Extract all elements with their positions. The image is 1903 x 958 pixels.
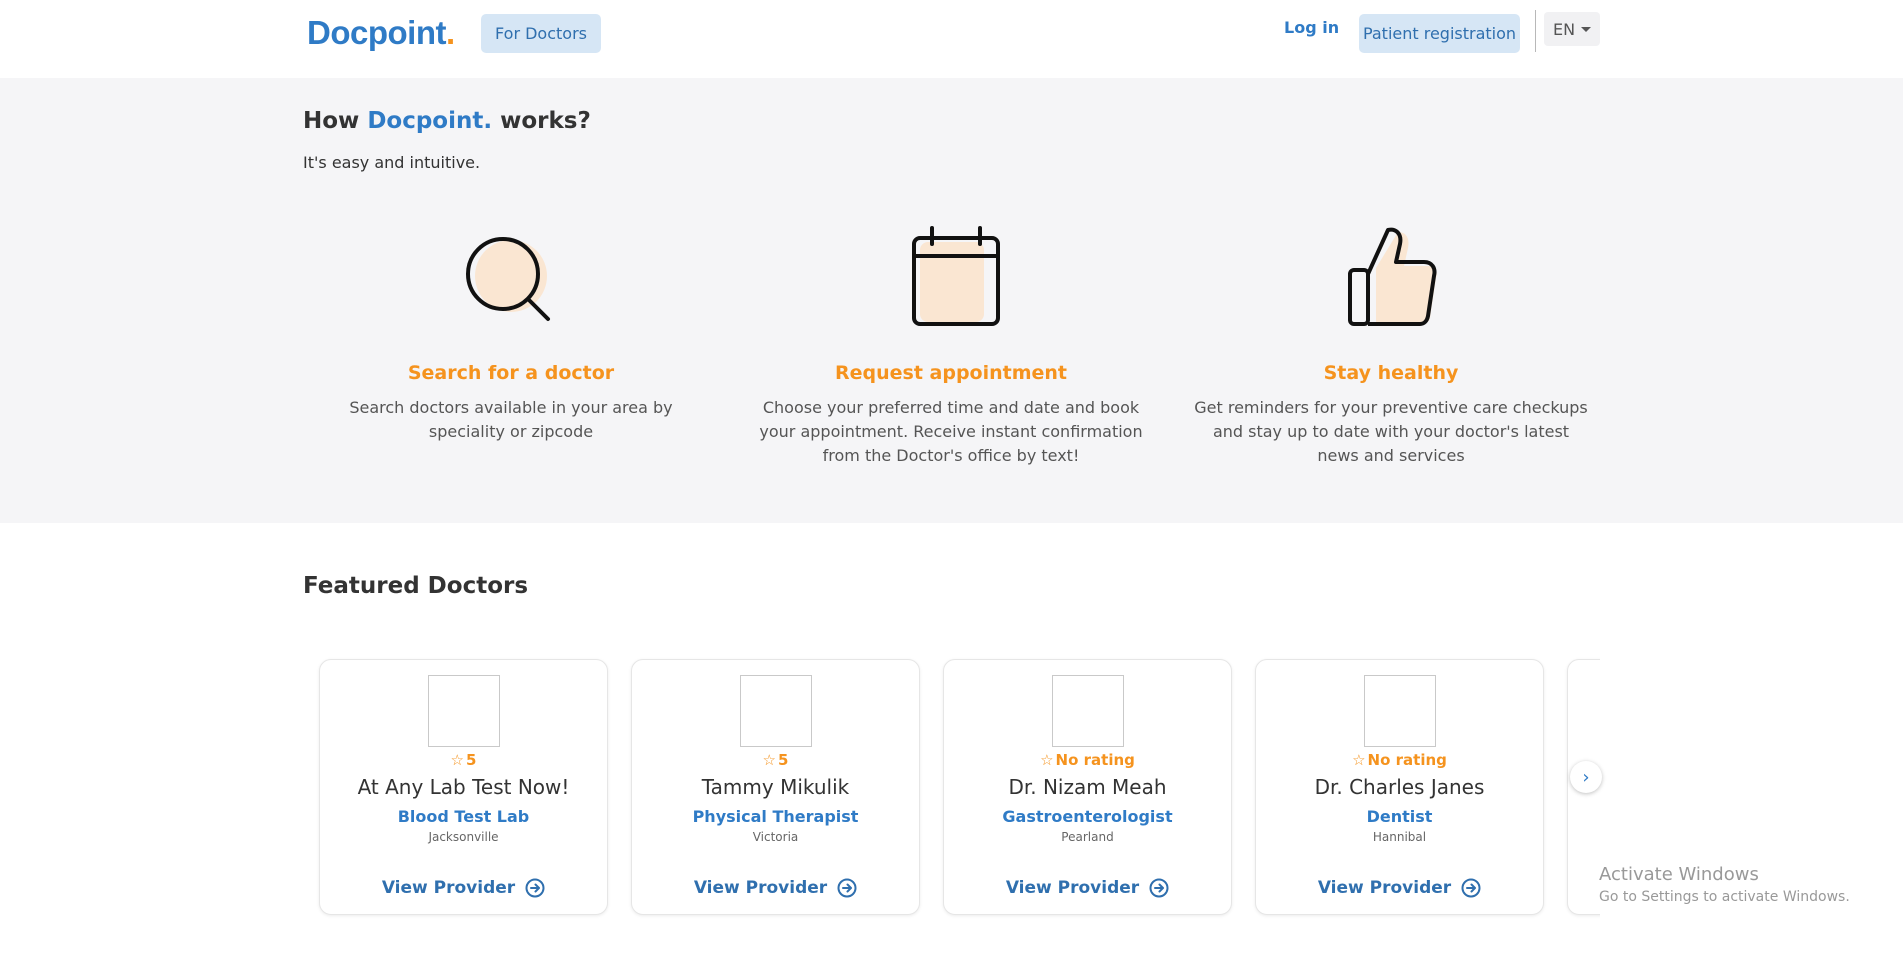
featured-doctors-carousel: ☆ 5 At Any Lab Test Now! Blood Test Lab J… xyxy=(303,640,1600,940)
arrow-right-circle-icon xyxy=(1461,878,1481,898)
title-suffix: works? xyxy=(492,108,591,134)
featured-doctors-title: Featured Doctors xyxy=(303,573,529,599)
doctor-city: Jacksonville xyxy=(428,830,499,844)
logo-text: Docpoint xyxy=(307,14,446,51)
doctor-name: Dr. Charles Janes xyxy=(1314,775,1485,799)
arrow-right-circle-icon xyxy=(525,878,545,898)
step-title: Stay healthy xyxy=(1323,362,1459,384)
title-prefix: How xyxy=(303,108,368,134)
header-divider xyxy=(1535,10,1536,52)
view-provider-link[interactable]: View Provider xyxy=(944,878,1231,898)
patient-registration-button[interactable]: Patient registration xyxy=(1359,14,1520,53)
doctor-name: Dr. Nizam Meah xyxy=(1008,775,1167,799)
star-icon: ☆ xyxy=(450,751,464,769)
how-it-works-title: How Docpoint. works? xyxy=(303,108,591,134)
title-brand: Docpoint. xyxy=(367,108,493,134)
doctor-name: At Any Lab Test Now! xyxy=(357,775,570,799)
calendar-icon xyxy=(912,226,1000,326)
view-provider-link[interactable]: View Provider xyxy=(320,878,607,898)
doctor-city: Victoria xyxy=(752,830,799,844)
thumbs-up-icon xyxy=(1348,227,1437,326)
logo[interactable]: Docpoint. xyxy=(307,14,455,52)
step-description: Search doctors available in your area by… xyxy=(349,398,673,441)
doctor-specialty: Dentist xyxy=(1366,807,1433,826)
for-doctors-button[interactable]: For Doctors xyxy=(481,14,601,53)
doctor-specialty: Blood Test Lab xyxy=(397,807,530,826)
chevron-right-icon: › xyxy=(1582,766,1590,788)
step-appointment: Request appointment Choose your preferre… xyxy=(741,226,1161,468)
view-provider-link[interactable]: View Provider xyxy=(1256,878,1543,898)
doctor-photo xyxy=(1363,675,1436,747)
search-icon xyxy=(466,237,550,321)
doctor-rating: ☆ No rating xyxy=(1256,751,1543,769)
arrow-right-circle-icon xyxy=(1149,878,1169,898)
logo-dot: . xyxy=(445,14,455,51)
language-dropdown[interactable]: EN xyxy=(1544,12,1600,46)
doctor-rating: ☆ 5 xyxy=(632,751,919,769)
carousel-next-button[interactable]: › xyxy=(1570,761,1602,793)
windows-activation-watermark: Activate Windows Go to Settings to activ… xyxy=(1599,864,1850,905)
doctor-photo xyxy=(1051,675,1124,747)
rating-value: No rating xyxy=(1367,751,1447,769)
doctor-rating: ☆ 5 xyxy=(320,751,607,769)
doctor-city: Hannibal xyxy=(1372,830,1427,844)
step-title: Search for a doctor xyxy=(407,362,615,384)
doctor-specialty: Gastroenterologist xyxy=(1002,807,1173,826)
chevron-down-icon xyxy=(1581,26,1592,32)
view-provider-label: View Provider xyxy=(381,878,516,898)
doctor-card[interactable]: ☆ No rating Dr. Charles Janes Dentist Han… xyxy=(1255,659,1544,915)
login-link[interactable]: Log in xyxy=(1284,18,1339,37)
doctor-card[interactable]: ☆ No rating Dr. Nizam Meah Gastroenterolo… xyxy=(943,659,1232,915)
top-navbar: Docpoint. For Doctors Log in Patient reg… xyxy=(0,0,1903,78)
step-title: Request appointment xyxy=(834,362,1068,384)
watermark-line2: Go to Settings to activate Windows. xyxy=(1599,889,1850,905)
view-provider-label: View Provider xyxy=(693,878,828,898)
arrow-right-circle-icon xyxy=(837,878,857,898)
doctor-specialty: Physical Therapist xyxy=(692,807,859,826)
rating-value: 5 xyxy=(466,751,477,769)
watermark-line1: Activate Windows xyxy=(1599,864,1759,885)
star-icon: ☆ xyxy=(1352,751,1366,769)
how-it-works-subtitle: It's easy and intuitive. xyxy=(303,153,481,172)
view-provider-label: View Provider xyxy=(1005,878,1140,898)
step-search: Search for a doctor Search doctors avail… xyxy=(301,226,721,444)
view-provider-label: View Provider xyxy=(1317,878,1452,898)
star-icon: ☆ xyxy=(1040,751,1054,769)
doctor-name: Tammy Mikulik xyxy=(701,775,850,799)
doctor-card[interactable]: ☆ 5 Tammy Mikulik Physical Therapist Vict… xyxy=(631,659,920,915)
rating-value: 5 xyxy=(778,751,789,769)
doctor-card[interactable]: ☆ 5 At Any Lab Test Now! Blood Test Lab J… xyxy=(319,659,608,915)
doctor-rating: ☆ No rating xyxy=(944,751,1231,769)
step-description: Get reminders for your preventive care c… xyxy=(1194,398,1588,465)
how-it-works-section: How Docpoint. works? It's easy and intui… xyxy=(0,78,1903,523)
star-icon: ☆ xyxy=(762,751,776,769)
view-provider-link[interactable]: View Provider xyxy=(632,878,919,898)
language-label: EN xyxy=(1552,19,1576,39)
doctor-photo xyxy=(739,675,812,747)
doctor-city: Pearland xyxy=(1061,830,1114,844)
doctor-photo xyxy=(427,675,500,747)
step-description: Choose your preferred time and date and … xyxy=(759,398,1143,465)
step-healthy: Stay healthy Get reminders for your prev… xyxy=(1181,226,1601,468)
rating-value: No rating xyxy=(1055,751,1135,769)
